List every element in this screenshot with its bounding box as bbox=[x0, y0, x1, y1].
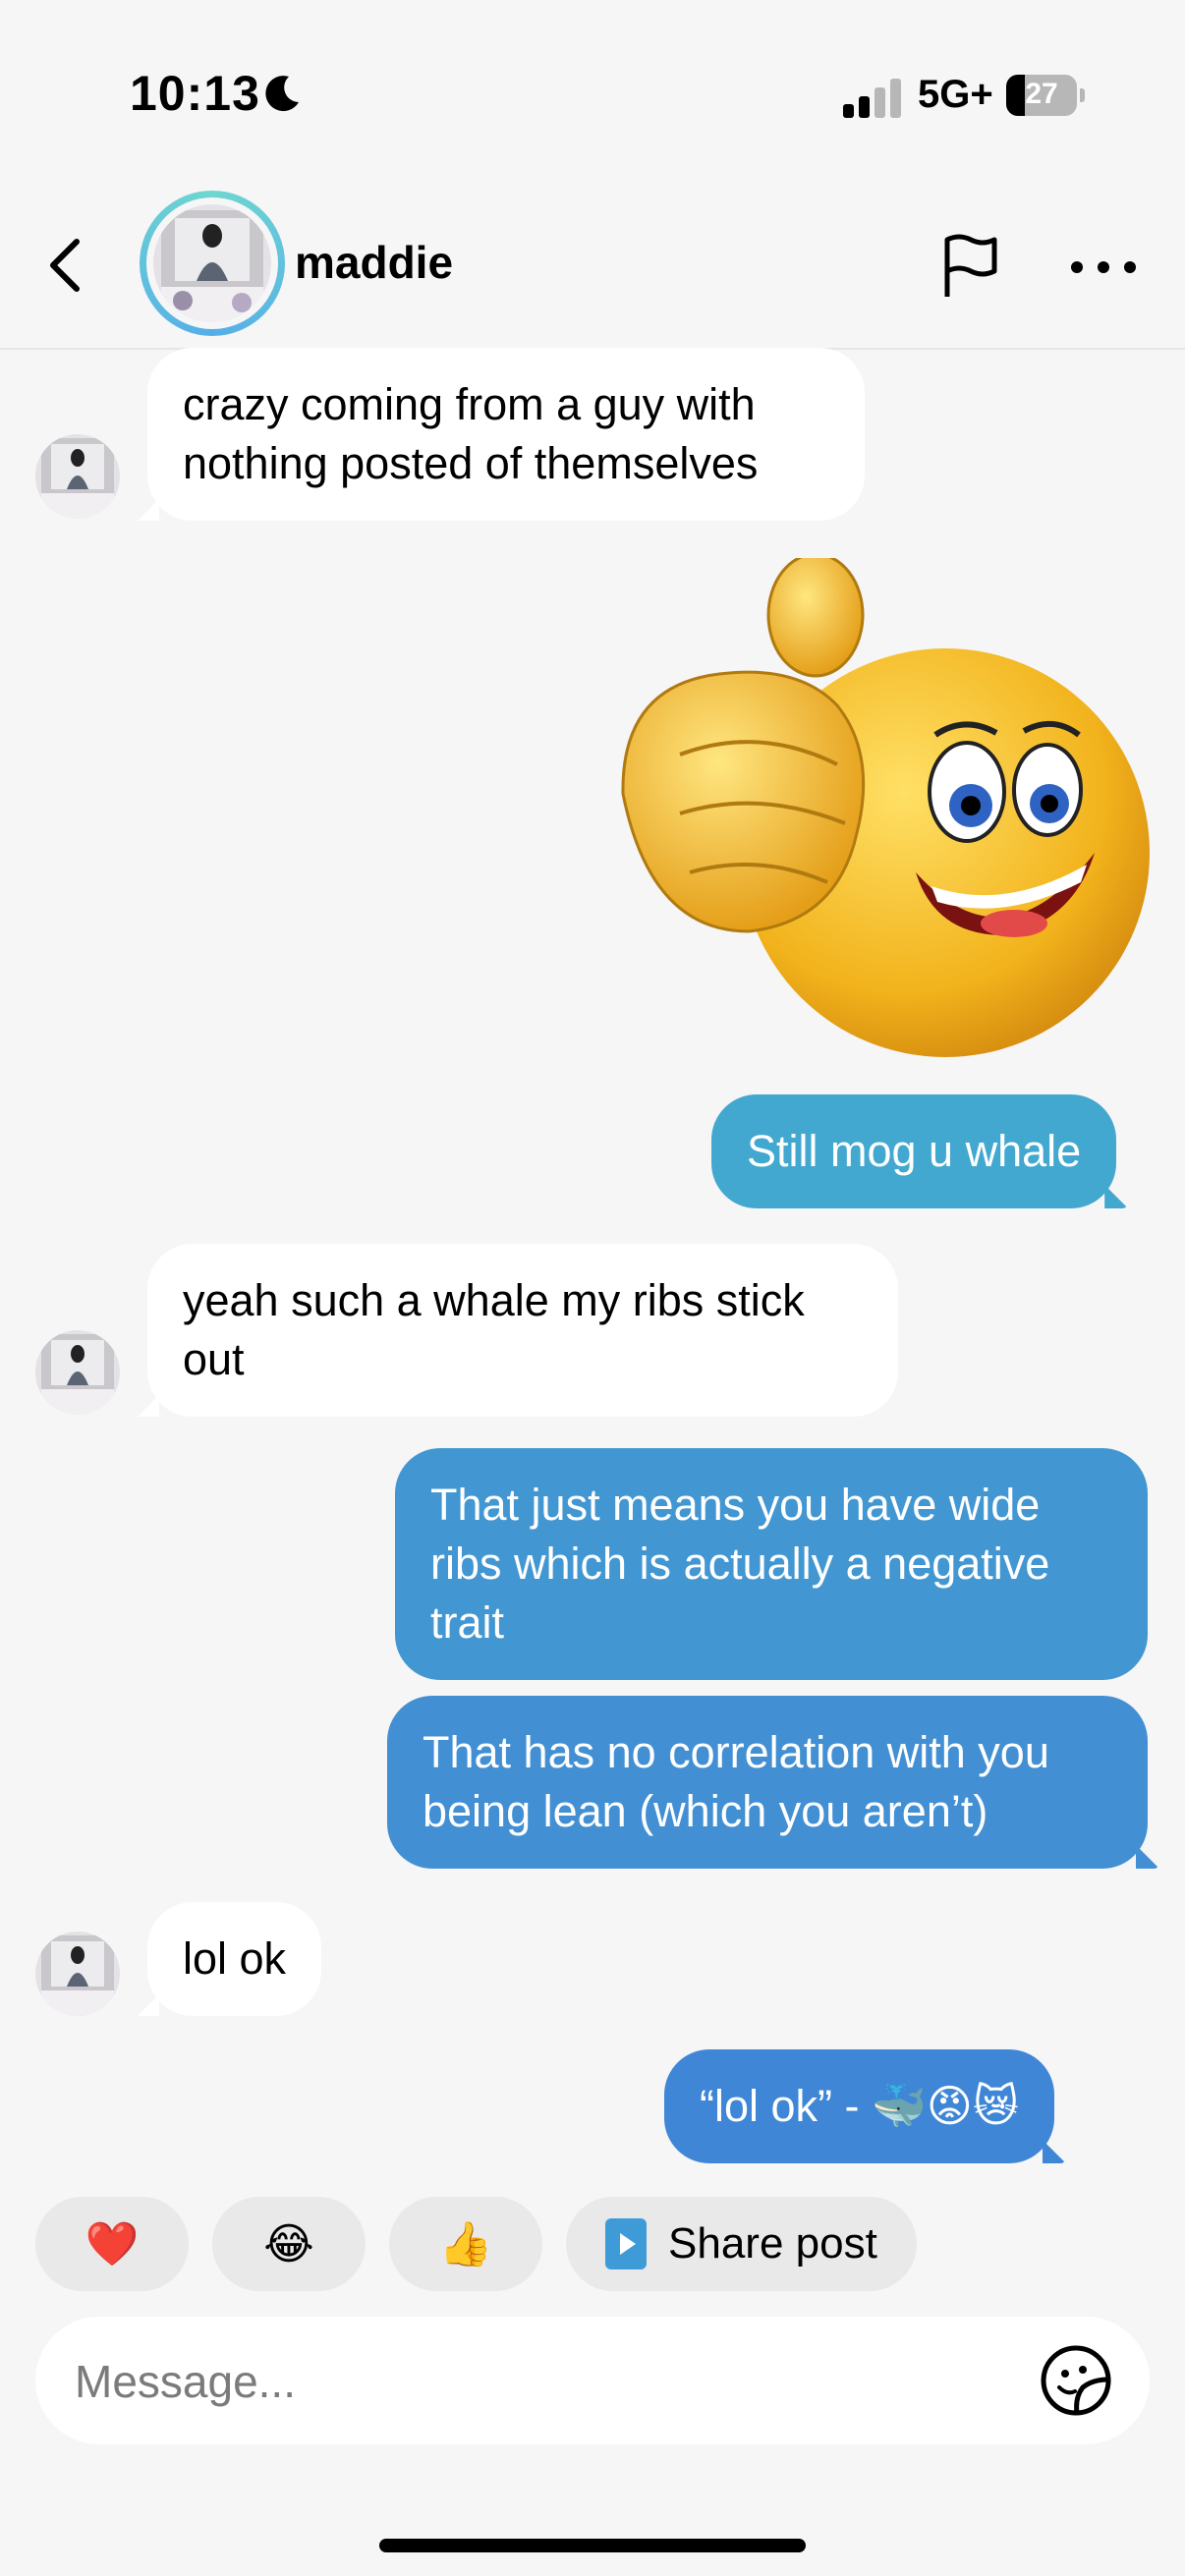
chat-header: maddie bbox=[0, 187, 1185, 350]
battery-icon: 27 bbox=[1006, 75, 1085, 116]
quick-reply-laughing[interactable]: 😂 bbox=[212, 2197, 366, 2291]
message-outgoing[interactable]: That just means you have wide ribs which… bbox=[395, 1448, 1148, 1680]
network-type: 5G+ bbox=[918, 73, 993, 116]
sender-avatar[interactable] bbox=[35, 1932, 120, 2016]
clock: 10:13 bbox=[130, 66, 260, 121]
contact-avatar[interactable] bbox=[140, 191, 285, 336]
signal-icon bbox=[843, 77, 902, 118]
message-input[interactable] bbox=[73, 2340, 1000, 2423]
message-incoming[interactable]: crazy coming from a guy with nothing pos… bbox=[147, 348, 865, 521]
share-post-button[interactable]: Share post bbox=[566, 2197, 917, 2291]
more-horizontal-icon[interactable] bbox=[1067, 246, 1140, 285]
moon-icon bbox=[265, 76, 299, 112]
sticker-icon[interactable] bbox=[1038, 2342, 1114, 2419]
message-incoming[interactable]: yeah such a whale my ribs stick out bbox=[147, 1244, 898, 1417]
quick-reply-thumbs-up[interactable]: 👍 bbox=[389, 2197, 542, 2291]
flag-icon[interactable] bbox=[937, 232, 1006, 303]
contact-name[interactable]: maddie bbox=[295, 236, 453, 289]
battery-level: 27 bbox=[1025, 78, 1058, 110]
message-outgoing[interactable]: “lol ok” - 🐳😡😿 bbox=[664, 2049, 1054, 2163]
play-square-icon bbox=[605, 2218, 647, 2269]
message-outgoing[interactable]: Still mog u whale bbox=[711, 1094, 1117, 1208]
sender-avatar[interactable] bbox=[35, 1330, 120, 1415]
thumbs-up-smiley-sticker[interactable] bbox=[611, 558, 1154, 1073]
home-indicator[interactable] bbox=[379, 2539, 806, 2552]
message-incoming[interactable]: lol ok bbox=[147, 1902, 322, 2016]
message-outgoing[interactable]: That has no correlation with you being l… bbox=[387, 1696, 1148, 1869]
quick-reply-heart[interactable]: ❤️ bbox=[35, 2197, 189, 2291]
status-bar: 10:13 5G+ 27 bbox=[0, 0, 1185, 187]
message-composer bbox=[35, 2317, 1150, 2444]
chevron-left-icon[interactable] bbox=[37, 230, 96, 301]
sender-avatar[interactable] bbox=[35, 434, 120, 519]
share-post-label: Share post bbox=[668, 2219, 877, 2268]
